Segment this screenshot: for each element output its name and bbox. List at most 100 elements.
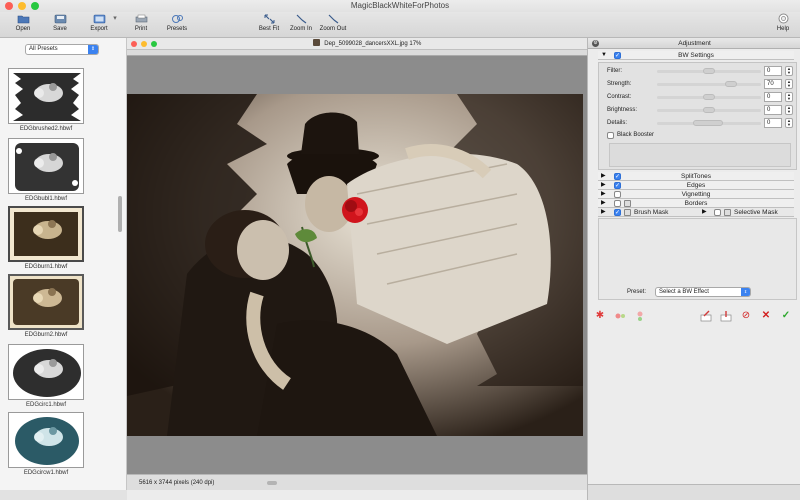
disclosure-open-icon[interactable]: ▼ bbox=[601, 51, 607, 60]
section-vignetting[interactable]: ▶ Vignetting bbox=[598, 190, 794, 199]
zoom-out-button[interactable]: Zoom Out bbox=[316, 13, 350, 32]
brightness-value-field[interactable]: 0 bbox=[764, 105, 782, 115]
filter-stepper[interactable]: ▲ ▼ bbox=[785, 66, 793, 76]
help-button[interactable]: Help bbox=[766, 13, 800, 32]
open-label: Open bbox=[15, 26, 31, 32]
window-controls bbox=[5, 2, 39, 10]
preset-row: Preset: Select a BW Effect ⇕ bbox=[627, 287, 751, 297]
brightness-slider-knob[interactable] bbox=[703, 107, 715, 113]
preset-thumbnail[interactable]: EDGcircw1.hbwf bbox=[8, 412, 84, 480]
print-label: Print bbox=[134, 26, 148, 32]
section-bw-settings[interactable]: ▼ ✓ BW Settings bbox=[598, 51, 794, 60]
brush-mask-label[interactable]: Brush Mask bbox=[634, 208, 668, 217]
contrast-slider-knob[interactable] bbox=[703, 94, 715, 100]
preset-thumbnail[interactable]: EDGbrushed2.hbwf bbox=[8, 68, 84, 136]
sidebar-scrollbar[interactable] bbox=[118, 196, 122, 232]
reset-burst-icon[interactable]: ✱ bbox=[594, 310, 606, 322]
minimize-window-button[interactable] bbox=[18, 2, 26, 10]
selective-mask-disclosure-icon[interactable]: ▶ bbox=[702, 208, 707, 217]
disclosure-closed-icon[interactable]: ▶ bbox=[601, 208, 606, 217]
preset-thumbnail-label: EDGburn1.hbwf bbox=[24, 264, 68, 270]
image-file-icon bbox=[312, 39, 320, 46]
image-zoom-button[interactable] bbox=[151, 41, 157, 47]
close-window-button[interactable] bbox=[5, 2, 13, 10]
strength-value-field[interactable]: 70 bbox=[764, 79, 782, 89]
filter-value-field[interactable]: 0 bbox=[764, 66, 782, 76]
open-button[interactable]: Open bbox=[6, 13, 40, 32]
contrast-slider[interactable] bbox=[657, 94, 761, 100]
preset-thumbnail-list: EDGbrushed2.hbwf EDGbubl1.hbwf EDGburn1.… bbox=[0, 64, 118, 500]
disclosure-closed-icon[interactable]: ▶ bbox=[601, 172, 606, 181]
section-edges[interactable]: ▶ ✓ Edges bbox=[598, 181, 794, 190]
strength-slider[interactable] bbox=[657, 81, 761, 87]
preset-thumbnail-image bbox=[8, 344, 84, 400]
save-button[interactable]: Save bbox=[43, 13, 77, 32]
edges-label: Edges bbox=[686, 182, 706, 189]
presets-icon bbox=[170, 13, 184, 24]
details-stepper[interactable]: ▲ ▼ bbox=[785, 118, 793, 128]
zoom-in-label: Zoom In bbox=[289, 26, 312, 32]
disclosure-closed-icon[interactable]: ▶ bbox=[601, 190, 606, 199]
details-label: Details: bbox=[607, 120, 628, 126]
borders-checkbox[interactable] bbox=[614, 200, 621, 207]
bw-effect-select[interactable]: Select a BW Effect ⇕ bbox=[655, 287, 751, 297]
black-booster-option[interactable]: Black Booster bbox=[607, 131, 654, 140]
preset-thumbnail-image bbox=[8, 206, 84, 262]
strength-slider-knob[interactable] bbox=[725, 81, 737, 87]
bw-effect-value: Select a BW Effect bbox=[659, 289, 709, 295]
details-slider-knob[interactable] bbox=[693, 120, 723, 126]
preset-thumbnail-label: EDGbrushed2.hbwf bbox=[19, 126, 73, 132]
confirm-check-icon[interactable]: ✓ bbox=[780, 310, 792, 322]
eraser-tool-icon[interactable] bbox=[634, 310, 646, 322]
details-slider[interactable] bbox=[657, 120, 761, 126]
strength-stepper[interactable]: ▲ ▼ bbox=[785, 79, 793, 89]
disclosure-closed-icon[interactable]: ▶ bbox=[601, 199, 606, 208]
presets-button[interactable]: Presets bbox=[160, 13, 194, 32]
cancel-icon[interactable]: ✕ bbox=[760, 310, 772, 322]
horizontal-scrollbar[interactable] bbox=[267, 481, 277, 485]
vignetting-checkbox[interactable] bbox=[614, 191, 621, 198]
filter-slider-knob[interactable] bbox=[703, 68, 715, 74]
splittones-checkbox[interactable]: ✓ bbox=[614, 173, 621, 180]
contrast-stepper[interactable]: ▲ ▼ bbox=[785, 92, 793, 102]
brightness-slider[interactable] bbox=[657, 107, 761, 113]
export-dropdown-icon[interactable]: ▾ bbox=[110, 13, 120, 25]
import-layer-icon[interactable] bbox=[720, 310, 732, 322]
filter-slider[interactable] bbox=[657, 68, 761, 74]
zoom-in-button[interactable]: Zoom In bbox=[284, 13, 318, 32]
contrast-label: Contrast: bbox=[607, 94, 632, 100]
disclosure-closed-icon[interactable]: ▶ bbox=[601, 181, 606, 190]
preset-thumbnail[interactable]: EDGburn2.hbwf bbox=[8, 274, 84, 342]
adjustment-title: Adjustment bbox=[678, 40, 711, 47]
preset-filter-value: All Presets bbox=[29, 46, 58, 52]
selective-mask-label[interactable]: Selective Mask bbox=[734, 208, 778, 217]
brush-mask-checkbox[interactable]: ✓ bbox=[614, 209, 621, 216]
export-layer-icon[interactable] bbox=[700, 310, 712, 322]
section-splittones[interactable]: ▶ ✓ SplitTones bbox=[598, 172, 794, 181]
brightness-stepper[interactable]: ▲ ▼ bbox=[785, 105, 793, 115]
prohibit-icon[interactable]: ⊘ bbox=[740, 310, 752, 322]
photo-canvas[interactable] bbox=[127, 94, 583, 436]
edges-checkbox[interactable]: ✓ bbox=[614, 182, 621, 189]
image-minimize-button[interactable] bbox=[141, 41, 147, 47]
preset-thumbnail[interactable]: EDGcirc1.hbwf bbox=[8, 344, 84, 412]
best-fit-button[interactable]: Best Fit bbox=[252, 13, 286, 32]
brush-tool-icon[interactable] bbox=[614, 310, 626, 322]
image-close-button[interactable] bbox=[131, 41, 137, 47]
preset-thumbnail[interactable]: EDGbubl1.hbwf bbox=[8, 138, 84, 206]
fit-arrows-icon bbox=[262, 13, 276, 24]
zoom-window-button[interactable] bbox=[31, 2, 39, 10]
bw-settings-checkbox[interactable]: ✓ bbox=[614, 52, 621, 59]
presets-label: Presets bbox=[166, 26, 188, 32]
black-booster-checkbox[interactable] bbox=[607, 132, 614, 139]
section-borders[interactable]: ▶ Borders bbox=[598, 199, 794, 208]
preset-thumbnail[interactable]: EDGburn1.hbwf bbox=[8, 206, 84, 274]
export-label: Export bbox=[90, 26, 108, 32]
preset-filter-select[interactable]: All Presets ⇕ bbox=[25, 44, 99, 55]
image-status-bar: 5616 x 3744 pixels (240 dpi) bbox=[127, 474, 587, 490]
print-button[interactable]: Print bbox=[124, 13, 158, 32]
gear-icon[interactable]: ⚙ bbox=[592, 40, 599, 47]
contrast-value-field[interactable]: 0 bbox=[764, 92, 782, 102]
details-value-field[interactable]: 0 bbox=[764, 118, 782, 128]
selective-mask-checkbox[interactable] bbox=[714, 209, 721, 216]
